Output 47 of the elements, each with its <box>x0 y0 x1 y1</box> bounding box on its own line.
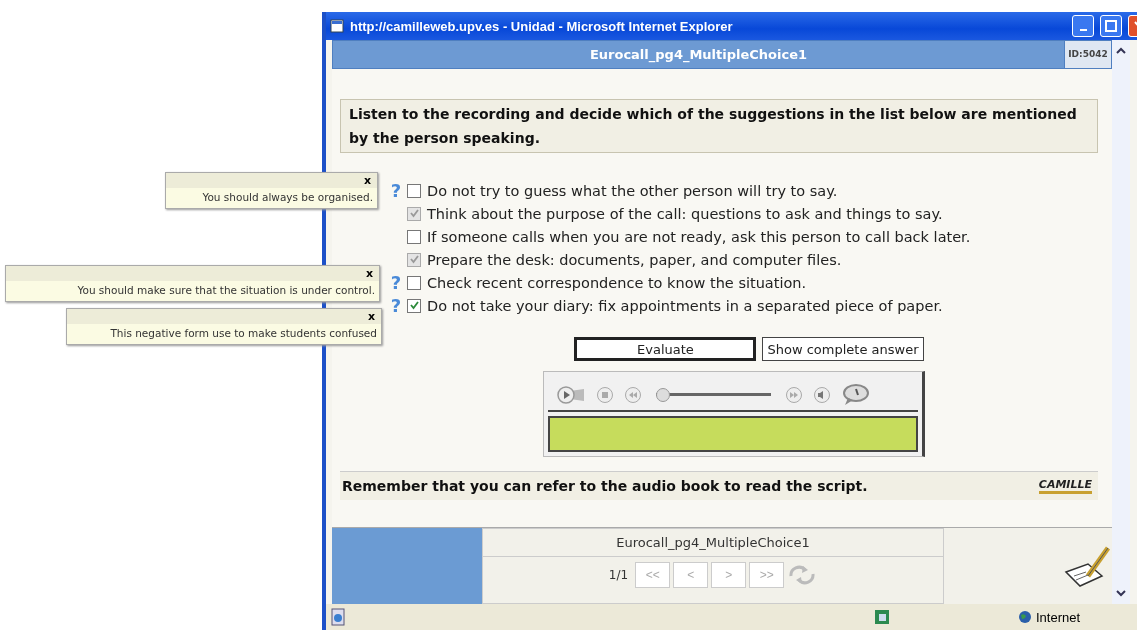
logo: CAMILLE <box>1038 478 1092 494</box>
pager-button[interactable]: > <box>711 562 747 588</box>
checkbox[interactable] <box>407 229 421 244</box>
tooltip-text: This negative form use to make students confused <box>109 326 378 341</box>
tooltip-close-button[interactable]: x <box>365 266 373 281</box>
page-icon <box>330 608 346 626</box>
option-text: Do not take your diary: fix appointments in a separated piece of paper. <box>427 297 943 314</box>
maximize-icon <box>1105 20 1117 32</box>
zone-label: Internet <box>1036 609 1081 625</box>
checkbox[interactable] <box>407 183 421 198</box>
id-label: ID:5042 <box>1064 41 1111 68</box>
security-icon <box>874 609 890 625</box>
note-text: Remember that you can refer to the audio book to read the script. <box>342 478 869 494</box>
show-answer-button[interactable]: Show complete answer <box>762 337 924 361</box>
window-title: http://camilleweb.upv.es - Unidad - Microsoft Internet Explorer <box>350 18 733 34</box>
hint-mark[interactable]: ? <box>390 180 402 201</box>
minimize-icon <box>1079 29 1087 31</box>
checkbox[interactable] <box>407 298 421 313</box>
pager-button[interactable]: < <box>673 562 709 588</box>
checkbox[interactable] <box>407 275 421 290</box>
tooltip-text: You should always be organised. <box>201 190 374 205</box>
option-text: Prepare the desk: documents, paper, and computer files. <box>427 251 842 268</box>
page-icon <box>330 19 344 33</box>
option-text: Think about the purpose of the call: questions to ask and things to say. <box>427 205 943 222</box>
page-counter: 1/1 <box>608 568 629 582</box>
scrollbar[interactable] <box>1112 40 1130 604</box>
globe-icon <box>1018 610 1032 624</box>
speech-bubble-icon[interactable] <box>841 383 869 407</box>
volume-icon[interactable] <box>813 386 831 404</box>
minimize-button[interactable] <box>1072 15 1094 37</box>
pager-button[interactable]: << <box>635 562 671 588</box>
pager-button[interactable]: >> <box>749 562 785 588</box>
hint-mark[interactable]: ? <box>390 295 402 316</box>
option-text: Check recent correspondence to know the situation. <box>427 274 807 291</box>
option-text: If someone calls when you are not ready, ask this person to call back later. <box>427 228 971 245</box>
page-header: Eurocall_pg4_MultipleChoice1 <box>588 46 809 65</box>
tooltip-text: You should make sure that the situation is under control. <box>76 283 376 298</box>
option-text: Do not try to guess what the other person will try to say. <box>427 182 838 199</box>
hint-mark[interactable]: ? <box>390 272 402 293</box>
instruction-text: Listen to the recording and decide which of the suggestions in the list below are mentioned by the person speaking. <box>340 99 1098 153</box>
evaluate-button[interactable]: Evaluate <box>574 337 757 361</box>
maximize-button[interactable] <box>1100 15 1122 37</box>
tooltip-close-button[interactable]: x <box>367 309 375 324</box>
play-icon[interactable] <box>556 385 586 405</box>
tooltip-close-button[interactable]: x <box>363 173 371 188</box>
page-title: Eurocall_pg4_MultipleChoice1 <box>483 529 943 557</box>
pen-and-paper-icon[interactable] <box>1062 544 1112 588</box>
